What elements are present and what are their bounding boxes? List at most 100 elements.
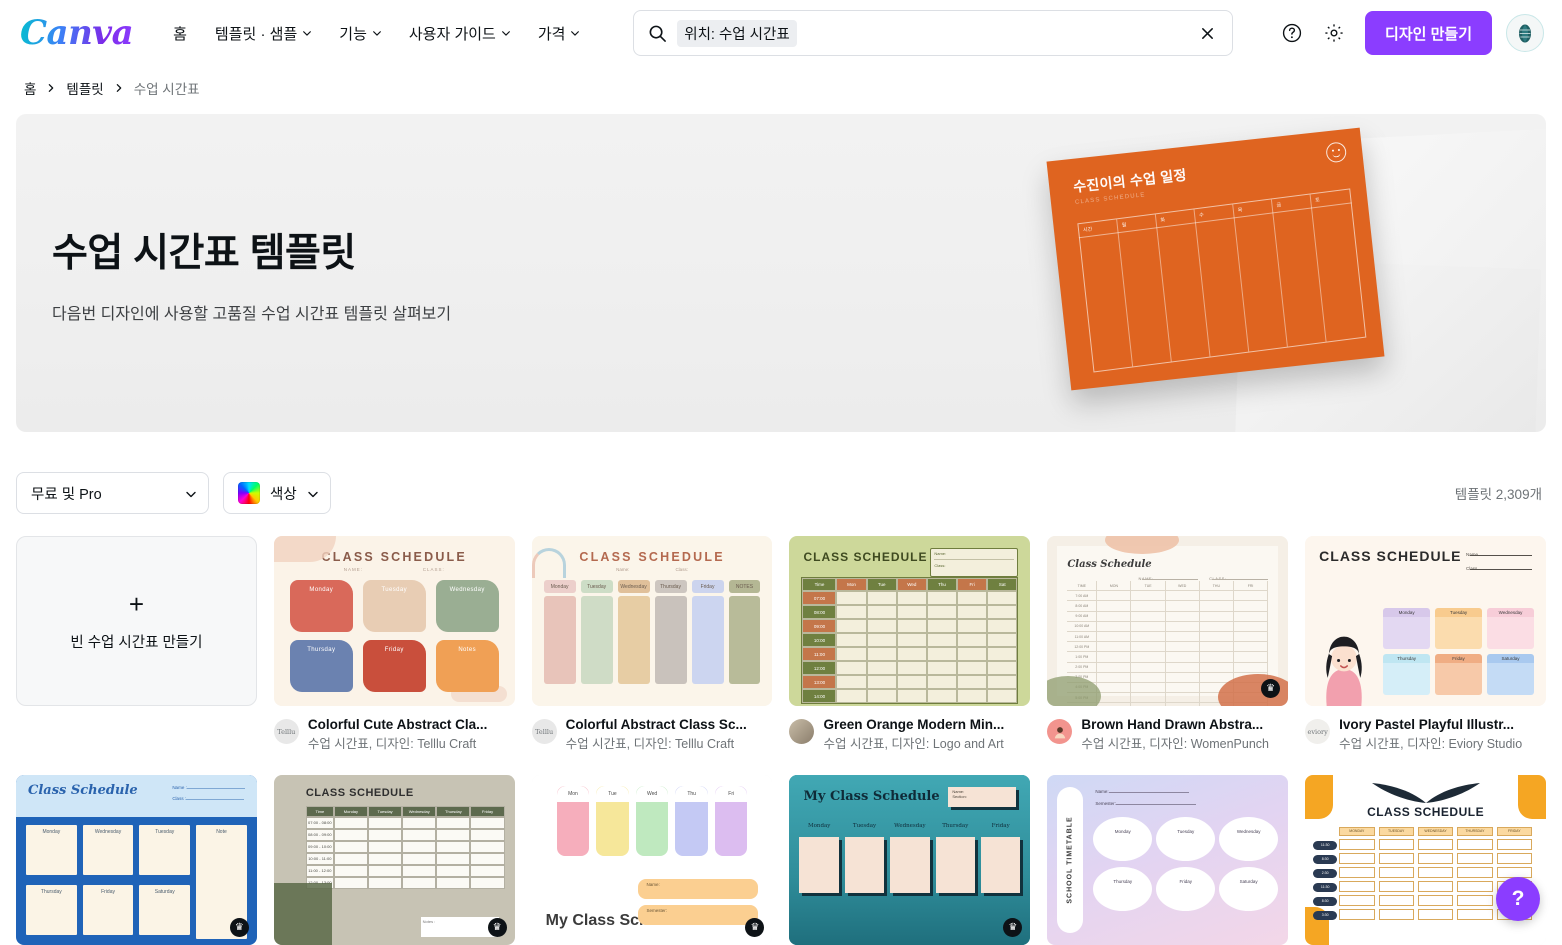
thumb-cell-label: Friday xyxy=(83,889,134,895)
chevron-down-icon xyxy=(185,488,194,497)
thumb-cell-label: Tuesday xyxy=(363,587,426,593)
canva-logo[interactable]: Canva xyxy=(16,13,133,53)
thumb-field: Name: xyxy=(616,567,629,572)
thumb-col: Thursday xyxy=(436,806,470,817)
chevron-down-icon xyxy=(307,488,316,497)
thumb-time: 1:00 PM xyxy=(1067,652,1097,661)
thumb-time: 11:00 xyxy=(802,647,836,661)
thumb-field: NAME: xyxy=(344,567,363,572)
close-icon[interactable] xyxy=(1194,20,1220,46)
hero-col-label: 시간 xyxy=(1083,226,1093,234)
search-icon xyxy=(648,24,667,43)
template-title[interactable]: Brown Hand Drawn Abstra... xyxy=(1081,717,1269,734)
search-scope-chip[interactable]: 위치: 수업 시간표 xyxy=(677,20,796,47)
thumb-col: Tuesday xyxy=(368,806,402,817)
nav-label: 사용자 가이드 xyxy=(409,23,496,44)
thumb-time: 13:00 xyxy=(802,675,836,689)
designer-avatar[interactable]: eviory xyxy=(1305,719,1330,744)
thumb-cell-label: Monday xyxy=(544,580,576,593)
hero-text: 수업 시간표 템플릿 다음번 디자인에 사용할 고품질 수업 시간표 템플릿 살… xyxy=(16,222,451,324)
thumb-cell-label: Friday xyxy=(1435,654,1482,663)
price-filter-button[interactable]: 무료 및 Pro xyxy=(16,472,209,514)
template-subtitle: 수업 시간표, 디자인: Telllu Craft xyxy=(308,736,488,753)
nav-item-features[interactable]: 기능 xyxy=(325,15,395,52)
question-circle-icon[interactable] xyxy=(1273,14,1311,52)
nav-item-user-guide[interactable]: 사용자 가이드 xyxy=(395,15,524,52)
template-thumbnail[interactable]: CLASS SCHEDULE Name: Class: Monday Tuesd… xyxy=(532,536,773,706)
color-filter-button[interactable]: 색상 xyxy=(223,472,331,514)
chevron-right-icon xyxy=(114,83,124,93)
thumb-cell-label: Thursday xyxy=(26,889,77,895)
thumb-time: 10:00 AM xyxy=(1067,622,1097,631)
price-filter-label: 무료 및 Pro xyxy=(31,483,102,504)
template-subtitle: 수업 시간표, 디자인: Eviory Studio xyxy=(1339,736,1522,753)
template-thumbnail[interactable]: Class Schedule Name : Class : Monday Wed… xyxy=(16,775,257,945)
designer-avatar[interactable] xyxy=(789,719,814,744)
template-thumbnail[interactable]: Class Schedule NAME: CLASS: TIME MON TUE… xyxy=(1047,536,1288,706)
breadcrumb-item-templates[interactable]: 템플릿 xyxy=(66,78,103,98)
grid-cell: Class Schedule NAME: CLASS: TIME MON TUE… xyxy=(1047,536,1288,753)
breadcrumb-item-home[interactable]: 홈 xyxy=(24,78,36,98)
designer-avatar[interactable] xyxy=(1047,719,1072,744)
thumb-field: Semester: xyxy=(638,905,758,925)
nav-label: 기능 xyxy=(339,23,367,44)
thumb-heading: SCHOOL TIMETABLE xyxy=(1067,816,1074,903)
template-thumbnail[interactable]: CLASS SCHEDULE Name Class Monday Tuesday… xyxy=(1305,536,1546,706)
grid-cell: Mon Tue Wed Thu Fri My Class Schedule Na… xyxy=(532,775,773,945)
designer-avatar[interactable]: Telllu xyxy=(532,719,557,744)
gear-icon[interactable] xyxy=(1315,14,1353,52)
create-blank-schedule-card[interactable]: + 빈 수업 시간표 만들기 xyxy=(16,536,257,706)
thumb-time: 07:00 xyxy=(802,591,836,605)
avatar[interactable] xyxy=(1506,14,1544,52)
nav-item-templates[interactable]: 템플릿 · 샘플 xyxy=(201,15,325,52)
hero-col-label: 화 xyxy=(1160,216,1165,224)
thumb-cell-label: Wednesday xyxy=(618,580,650,593)
hero-banner: 수업 시간표 템플릿 다음번 디자인에 사용할 고품질 수업 시간표 템플릿 살… xyxy=(16,114,1546,432)
template-title[interactable]: Ivory Pastel Playful Illustr... xyxy=(1339,717,1522,734)
thumb-heading: My Class Schedule xyxy=(803,789,939,804)
template-grid: + 빈 수업 시간표 만들기 CLASS SCHEDULE NAME: CLAS… xyxy=(16,536,1546,753)
template-thumbnail[interactable]: CLASS SCHEDULE NAME: CLASS: Monday Tuesd… xyxy=(274,536,515,706)
search-box[interactable]: 위치: 수업 시간표 xyxy=(633,10,1233,56)
hero-col-label: 월 xyxy=(1121,221,1126,229)
designer-avatar[interactable]: Telllu xyxy=(274,719,299,744)
thumb-art-boho-table: Class Schedule NAME: CLASS: TIME MON TUE… xyxy=(1047,536,1288,706)
thumb-cell-label: Tuesday xyxy=(581,580,613,593)
help-button[interactable]: ? xyxy=(1496,877,1540,921)
template-thumbnail[interactable]: My Class Schedule Name: Section: Monday … xyxy=(789,775,1030,945)
template-thumbnail[interactable]: Mon Tue Wed Thu Fri My Class Schedule Na… xyxy=(532,775,773,945)
thumb-col: Thu xyxy=(675,786,708,802)
thumb-col: MON xyxy=(1097,581,1131,590)
nav-item-home[interactable]: 홈 xyxy=(159,15,201,52)
template-thumbnail[interactable]: CLASS SCHEDULE Time Monday Tuesday Wedne… xyxy=(274,775,515,945)
thumb-time: 08:00 - 09:00 xyxy=(306,829,334,841)
nav-label: 가격 xyxy=(538,23,566,44)
thumb-col: Monday xyxy=(799,823,838,829)
create-design-button[interactable]: 디자인 만들기 xyxy=(1365,11,1492,55)
thumb-art-kawaii: SCHOOL TIMETABLE Name: Semester: Monday … xyxy=(1047,775,1288,945)
nav-item-pricing[interactable]: 가격 xyxy=(524,15,594,52)
thumb-col: Monday xyxy=(334,806,368,817)
illustration-girl xyxy=(1311,628,1377,706)
thumb-col: Sat xyxy=(987,578,1017,591)
thumb-cell-label: Note xyxy=(196,829,247,835)
thumb-cell-label: Tuesday xyxy=(139,829,190,835)
thumb-cell-label: Saturday xyxy=(1219,879,1278,884)
thumb-col: FRI xyxy=(1234,581,1268,590)
template-title[interactable]: Colorful Cute Abstract Cla... xyxy=(308,717,488,734)
thumb-field: Class : xyxy=(172,796,186,801)
template-thumbnail[interactable]: CLASS SCHEDULE Name: Class: Time Mon Tue… xyxy=(789,536,1030,706)
app-header: Canva 홈 템플릿 · 샘플 기능 사용자 가이드 가격 xyxy=(0,0,1562,66)
thumb-field: Name: xyxy=(1095,789,1108,794)
grid-cell: CLASS SCHEDULE Name: Class: Monday Tuesd… xyxy=(532,536,773,753)
thumb-col: Tue xyxy=(596,786,629,802)
thumb-heading: CLASS SCHEDULE xyxy=(306,787,505,799)
thumb-col: Mon xyxy=(557,786,590,802)
thumb-time: 11:00 - 12:00 xyxy=(306,865,334,877)
template-thumbnail[interactable]: SCHOOL TIMETABLE Name: Semester: Monday … xyxy=(1047,775,1288,945)
thumb-cell-label: Saturday xyxy=(1487,654,1534,663)
thumb-col: WEDNESDAY xyxy=(1418,827,1453,836)
template-title[interactable]: Colorful Abstract Class Sc... xyxy=(566,717,747,734)
template-title[interactable]: Green Orange Modern Min... xyxy=(823,717,1004,734)
thumb-cell-label: Friday xyxy=(363,647,426,653)
